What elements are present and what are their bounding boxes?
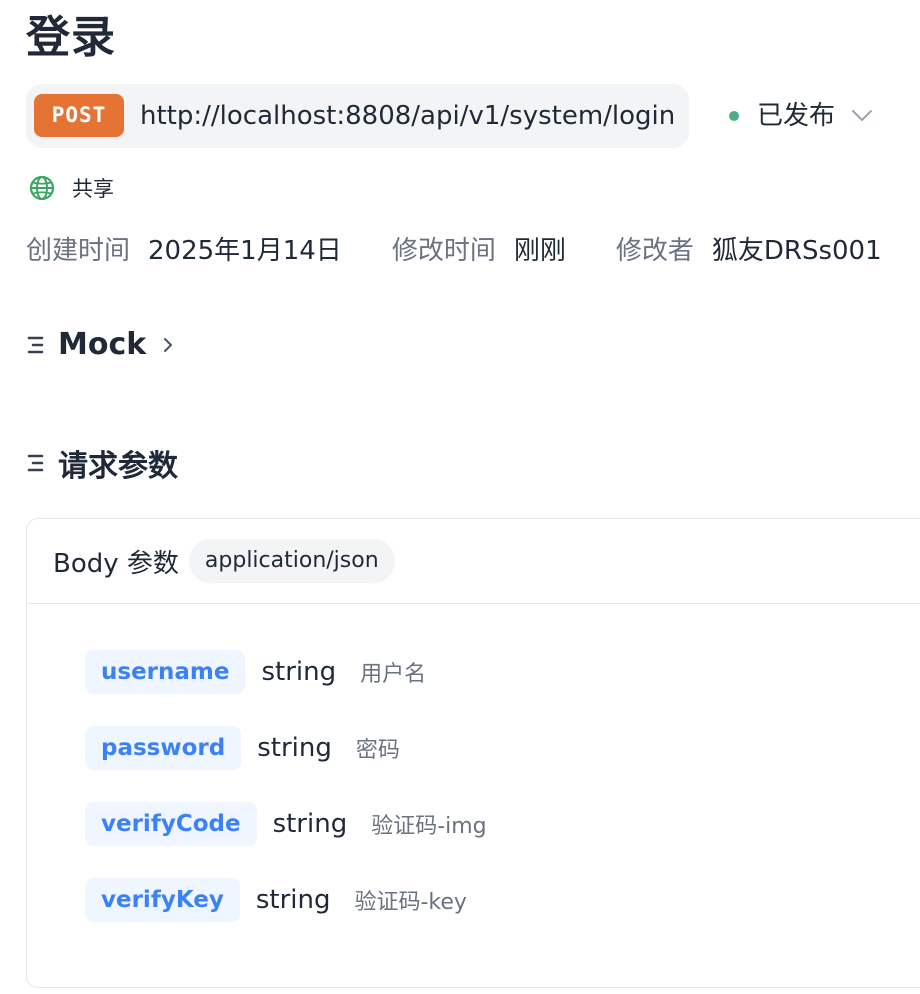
url-bar[interactable]: POST http://localhost:8808/api/v1/system… bbox=[26, 84, 689, 148]
list-icon bbox=[27, 454, 44, 472]
modifier-label: 修改者 bbox=[615, 235, 694, 266]
mock-section-header[interactable]: Mock bbox=[26, 327, 174, 362]
modified-label: 修改时间 bbox=[391, 235, 496, 266]
param-desc: 验证码-img bbox=[371, 814, 487, 839]
param-type: string bbox=[257, 733, 332, 763]
created-label: 创建时间 bbox=[26, 235, 131, 266]
param-name[interactable]: verifyCode bbox=[85, 802, 257, 846]
param-type: string bbox=[261, 657, 337, 687]
param-row: verifyKey string 验证码-key bbox=[85, 877, 467, 923]
chevron-down-icon bbox=[852, 110, 873, 121]
status-label: 已发布 bbox=[757, 101, 836, 131]
meta-row: 创建时间 2025年1月14日 修改时间 刚刚 修改者 狐友DRSs001 bbox=[26, 226, 882, 270]
status-dropdown[interactable]: 已发布 bbox=[726, 94, 873, 138]
share-indicator[interactable]: 共享 bbox=[28, 172, 114, 204]
request-params-header: 请求参数 bbox=[26, 441, 178, 485]
mock-title: Mock bbox=[58, 327, 147, 362]
param-desc: 密码 bbox=[355, 738, 400, 763]
param-row: password string 密码 bbox=[85, 725, 400, 771]
param-name[interactable]: username bbox=[85, 650, 246, 694]
request-params-title: 请求参数 bbox=[58, 449, 178, 484]
globe-icon bbox=[29, 175, 55, 201]
param-type: string bbox=[272, 809, 348, 839]
content-type-badge: application/json bbox=[188, 539, 395, 583]
param-type: string bbox=[255, 885, 331, 915]
body-params-title: Body 参数 bbox=[53, 548, 179, 579]
modified-value: 刚刚 bbox=[513, 235, 566, 266]
param-name[interactable]: verifyKey bbox=[85, 878, 240, 922]
page-title: 登录 bbox=[26, 12, 116, 63]
method-badge: POST bbox=[34, 94, 124, 137]
status-dot-icon bbox=[729, 111, 739, 121]
url-text[interactable]: http://localhost:8808/api/v1/system/logi… bbox=[140, 84, 675, 148]
param-row: username string 用户名 bbox=[85, 649, 426, 695]
chevron-right-icon bbox=[164, 337, 173, 352]
modifier-value: 狐友DRSs001 bbox=[711, 235, 882, 266]
created-value: 2025年1月14日 bbox=[148, 235, 342, 266]
body-params-card: Body 参数 application/json username string… bbox=[26, 518, 920, 988]
share-label: 共享 bbox=[72, 177, 114, 201]
param-desc: 验证码-key bbox=[354, 890, 467, 915]
param-row: verifyCode string 验证码-img bbox=[85, 801, 487, 847]
param-desc: 用户名 bbox=[360, 662, 427, 687]
list-icon bbox=[27, 336, 44, 353]
body-params-header: Body 参数 application/json bbox=[27, 519, 920, 604]
param-name[interactable]: password bbox=[85, 726, 242, 770]
api-doc-page: 登录 POST http://localhost:8808/api/v1/sys… bbox=[0, 0, 920, 994]
